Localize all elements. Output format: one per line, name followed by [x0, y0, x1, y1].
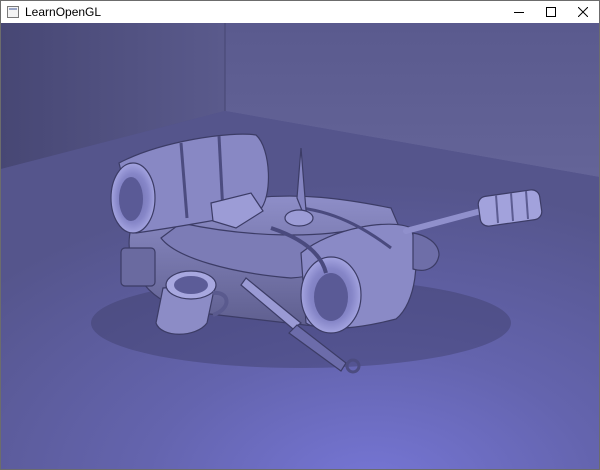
- title-bar[interactable]: LearnOpenGL: [1, 1, 599, 23]
- app-icon: [7, 6, 19, 18]
- window-controls: [503, 1, 599, 23]
- minimize-button[interactable]: [503, 1, 535, 23]
- maximize-button[interactable]: [535, 1, 567, 23]
- rendered-scene: [1, 23, 599, 469]
- minimize-icon: [514, 12, 524, 13]
- close-button[interactable]: [567, 1, 599, 23]
- opengl-viewport[interactable]: [1, 23, 599, 469]
- app-window: LearnOpenGL: [0, 0, 600, 470]
- window-title: LearnOpenGL: [25, 5, 102, 19]
- close-icon: [578, 7, 588, 17]
- maximize-icon: [546, 7, 556, 17]
